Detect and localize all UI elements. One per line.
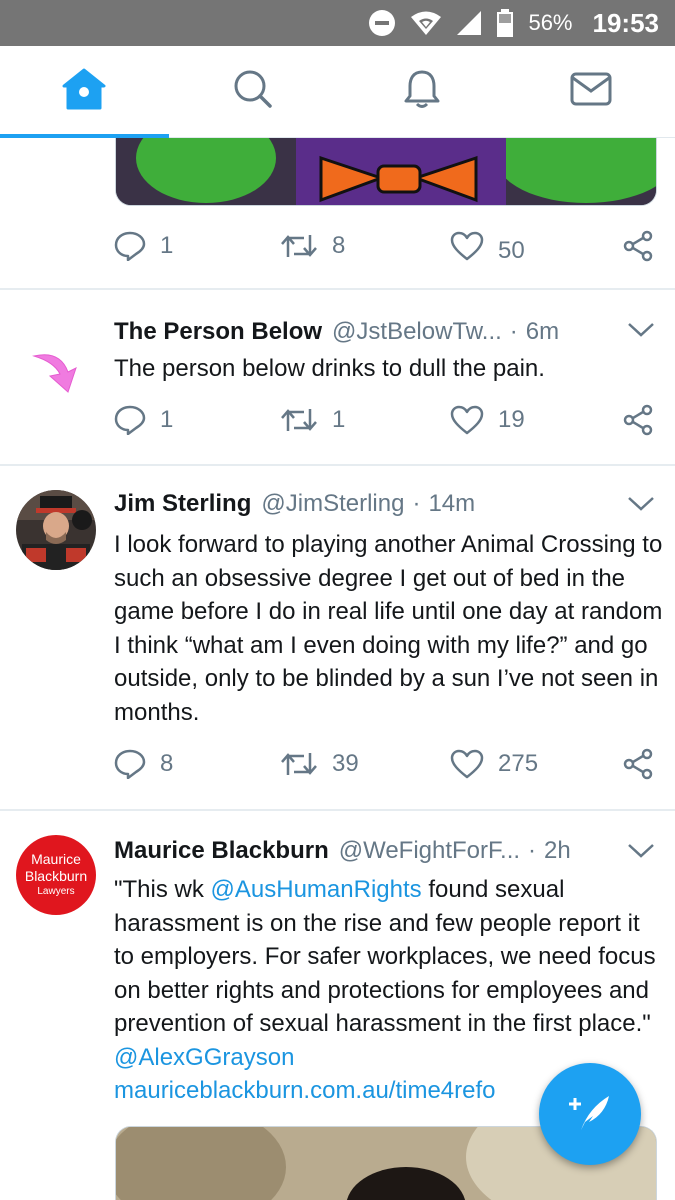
battery-level: 56% [528,10,573,35]
home-icon [62,68,106,115]
reply-button[interactable]: 1 [114,231,280,261]
retweet-icon [280,750,318,778]
author-name[interactable]: Maurice Blackburn [114,837,329,865]
share-icon [622,230,654,262]
retweet-button[interactable]: 8 [280,232,450,260]
retweet-button[interactable]: 1 [280,406,450,434]
status-bar: 56% 19:53 [0,0,675,46]
tweet-media-image[interactable] [115,138,657,206]
divider [0,809,675,811]
divider [0,288,675,290]
tweet-text: I look forward to playing another Animal… [114,531,663,726]
reply-icon [114,405,146,435]
share-button[interactable] [622,404,654,436]
retweet-icon [280,406,318,434]
separator-dot: · [509,318,518,345]
avatar[interactable]: Maurice Blackburn Lawyers [16,835,96,915]
tweet-header: Jim Sterling @JimSterling · 14m [114,490,624,518]
share-icon [622,748,654,780]
envelope-icon [570,72,612,111]
separator-dot: · [528,837,537,864]
tweet-header: Maurice Blackburn @WeFightForF... · 2h [114,837,624,865]
tweet-actions: 8 39 275 [114,748,654,780]
share-button[interactable] [622,748,654,780]
author-handle[interactable]: @JstBelowTw... [332,318,502,346]
battery-icon [496,9,514,37]
chevron-down-icon[interactable] [627,843,655,864]
like-button[interactable]: 19 [450,405,622,435]
heart-icon [450,749,484,779]
tweet-text: The person below drinks to dull the pain… [114,355,545,382]
feather-plus-icon [567,1092,613,1137]
avatar[interactable] [16,490,96,570]
reply-icon [114,231,146,261]
search-icon [233,69,273,114]
reply-button[interactable]: 1 [114,405,280,435]
retweet-button[interactable]: 39 [280,750,450,778]
url-link[interactable]: mauriceblackburn.com.au/time4refo [114,1077,496,1104]
tweet-timestamp: 14m [428,490,476,517]
signal-icon [456,10,482,36]
like-button[interactable]: 50 [450,231,622,264]
author-name[interactable]: Jim Sterling [114,490,251,518]
chevron-down-icon[interactable] [627,496,655,517]
tab-bar [0,46,675,138]
tweet-timestamp: 6m [525,318,560,345]
clock: 19:53 [592,7,660,38]
tweet-header: The Person Below @JstBelowTw... · 6m [114,318,624,346]
heart-icon [450,405,484,435]
author-handle[interactable]: @JimSterling [261,490,404,518]
tweet-timestamp: 2h [544,837,571,864]
compose-tweet-button[interactable] [539,1063,641,1165]
wifi-icon [410,10,442,36]
mention-link[interactable]: @AusHumanRights [211,876,422,903]
share-button[interactable] [622,230,654,262]
separator-dot: · [412,490,421,517]
tweet-actions: 1 1 19 [114,404,654,436]
author-name[interactable]: The Person Below [114,318,322,346]
retweet-icon [280,232,318,260]
reply-icon [114,749,146,779]
tab-messages[interactable] [506,46,675,137]
tab-home[interactable] [0,46,169,138]
heart-icon [450,231,484,261]
like-button[interactable]: 275 [450,749,622,779]
share-icon [622,404,654,436]
do-not-disturb-icon [368,9,396,37]
author-handle[interactable]: @WeFightForF... [339,837,520,865]
tweet-actions: 1 8 50 [114,230,654,264]
chevron-down-icon[interactable] [627,322,655,343]
avatar[interactable] [16,320,96,400]
divider [0,464,675,466]
bell-icon [402,68,442,115]
mention-link[interactable]: @AlexGGrayson [114,1044,294,1071]
tab-search[interactable] [169,46,338,137]
tab-notifications[interactable] [338,46,507,137]
reply-button[interactable]: 8 [114,749,280,779]
